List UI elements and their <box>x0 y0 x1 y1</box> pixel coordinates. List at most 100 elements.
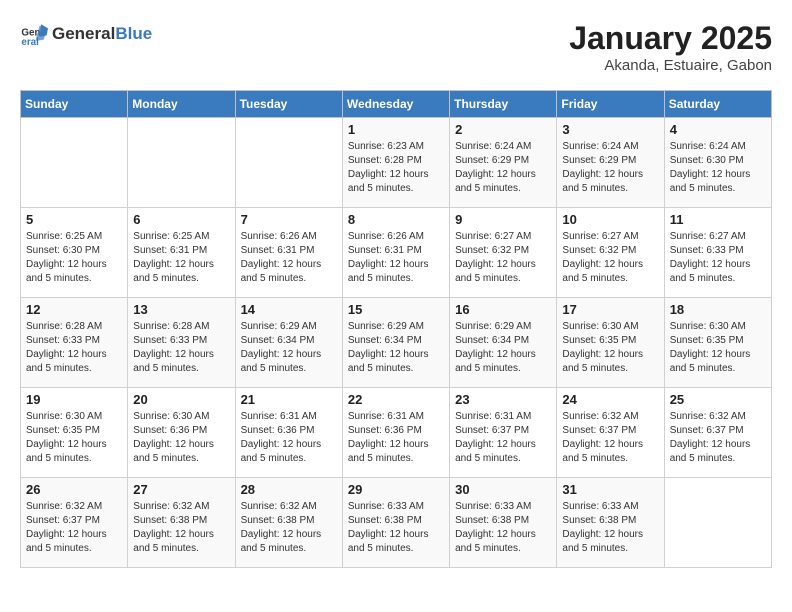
calendar-cell: 21 Sunrise: 6:31 AM Sunset: 6:36 PM Dayli… <box>235 388 342 478</box>
day-info: Sunrise: 6:29 AM Sunset: 6:34 PM Dayligh… <box>455 320 551 376</box>
day-info: Sunrise: 6:24 AM Sunset: 6:29 PM Dayligh… <box>455 140 551 196</box>
day-number: 30 <box>455 482 551 497</box>
day-number: 3 <box>562 122 658 137</box>
calendar-cell: 23 Sunrise: 6:31 AM Sunset: 6:37 PM Dayli… <box>450 388 557 478</box>
calendar-cell: 26 Sunrise: 6:32 AM Sunset: 6:37 PM Dayli… <box>21 478 128 568</box>
calendar-cell: 2 Sunrise: 6:24 AM Sunset: 6:29 PM Daylig… <box>450 118 557 208</box>
calendar-cell: 31Sunrise: 6:33 AM Sunset: 6:38 PM Dayli… <box>557 478 664 568</box>
calendar-cell: 16 Sunrise: 6:29 AM Sunset: 6:34 PM Dayli… <box>450 298 557 388</box>
day-info: Sunrise: 6:25 AM Sunset: 6:31 PM Dayligh… <box>133 230 229 286</box>
day-number: 12 <box>26 302 122 317</box>
calendar-cell: 1Sunrise: 6:23 AM Sunset: 6:28 PM Daylig… <box>342 118 449 208</box>
calendar-cell: 22Sunrise: 6:31 AM Sunset: 6:36 PM Dayli… <box>342 388 449 478</box>
day-info: Sunrise: 6:30 AM Sunset: 6:35 PM Dayligh… <box>562 320 658 376</box>
day-number: 5 <box>26 212 122 227</box>
day-number: 17 <box>562 302 658 317</box>
day-number: 20 <box>133 392 229 407</box>
calendar-cell: 8Sunrise: 6:26 AM Sunset: 6:31 PM Daylig… <box>342 208 449 298</box>
calendar-cell: 5 Sunrise: 6:25 AM Sunset: 6:30 PM Daylig… <box>21 208 128 298</box>
day-number: 26 <box>26 482 122 497</box>
week-row-5: 26 Sunrise: 6:32 AM Sunset: 6:37 PM Dayli… <box>21 478 772 568</box>
day-number: 16 <box>455 302 551 317</box>
day-number: 15 <box>348 302 444 317</box>
day-info: Sunrise: 6:24 AM Sunset: 6:30 PM Dayligh… <box>670 140 766 196</box>
month-title: January 2025 <box>569 20 772 57</box>
calendar-cell: 27 Sunrise: 6:32 AM Sunset: 6:38 PM Dayli… <box>128 478 235 568</box>
calendar-table: SundayMondayTuesdayWednesdayThursdayFrid… <box>20 90 772 568</box>
day-info: Sunrise: 6:32 AM Sunset: 6:37 PM Dayligh… <box>670 410 766 466</box>
calendar-cell: 15 Sunrise: 6:29 AM Sunset: 6:34 PM Dayli… <box>342 298 449 388</box>
day-info: Sunrise: 6:29 AM Sunset: 6:34 PM Dayligh… <box>241 320 337 376</box>
day-number: 4 <box>670 122 766 137</box>
day-number: 27 <box>133 482 229 497</box>
day-info: Sunrise: 6:33 AM Sunset: 6:38 PM Dayligh… <box>455 500 551 556</box>
calendar-cell: 17 Sunrise: 6:30 AM Sunset: 6:35 PM Dayli… <box>557 298 664 388</box>
calendar-cell: 12Sunrise: 6:28 AM Sunset: 6:33 PM Dayli… <box>21 298 128 388</box>
logo-blue-text: Blue <box>115 24 152 43</box>
day-info: Sunrise: 6:25 AM Sunset: 6:30 PM Dayligh… <box>26 230 122 286</box>
calendar-cell: 24 Sunrise: 6:32 AM Sunset: 6:37 PM Dayli… <box>557 388 664 478</box>
header-day-tuesday: Tuesday <box>235 91 342 118</box>
day-number: 21 <box>241 392 337 407</box>
calendar-cell: 20 Sunrise: 6:30 AM Sunset: 6:36 PM Dayli… <box>128 388 235 478</box>
calendar-cell: 11 Sunrise: 6:27 AM Sunset: 6:33 PM Dayli… <box>664 208 771 298</box>
day-number: 6 <box>133 212 229 227</box>
logo: Gen eral GeneralBlue <box>20 20 152 48</box>
day-number: 24 <box>562 392 658 407</box>
day-info: Sunrise: 6:32 AM Sunset: 6:37 PM Dayligh… <box>26 500 122 556</box>
calendar-cell: 18 Sunrise: 6:30 AM Sunset: 6:35 PM Dayli… <box>664 298 771 388</box>
calendar-cell: 10 Sunrise: 6:27 AM Sunset: 6:32 PM Dayli… <box>557 208 664 298</box>
day-number: 18 <box>670 302 766 317</box>
calendar-cell: 4 Sunrise: 6:24 AM Sunset: 6:30 PM Daylig… <box>664 118 771 208</box>
day-info: Sunrise: 6:32 AM Sunset: 6:37 PM Dayligh… <box>562 410 658 466</box>
week-row-1: 1Sunrise: 6:23 AM Sunset: 6:28 PM Daylig… <box>21 118 772 208</box>
week-row-4: 19 Sunrise: 6:30 AM Sunset: 6:35 PM Dayli… <box>21 388 772 478</box>
day-info: Sunrise: 6:33 AM Sunset: 6:38 PM Dayligh… <box>348 500 444 556</box>
page-header: Gen eral GeneralBlue January 2025 Akanda… <box>20 20 772 74</box>
day-info: Sunrise: 6:27 AM Sunset: 6:33 PM Dayligh… <box>670 230 766 286</box>
day-number: 25 <box>670 392 766 407</box>
day-number: 13 <box>133 302 229 317</box>
day-info: Sunrise: 6:28 AM Sunset: 6:33 PM Dayligh… <box>133 320 229 376</box>
day-info: Sunrise: 6:27 AM Sunset: 6:32 PM Dayligh… <box>455 230 551 286</box>
header-day-wednesday: Wednesday <box>342 91 449 118</box>
day-number: 19 <box>26 392 122 407</box>
day-number: 11 <box>670 212 766 227</box>
day-info: Sunrise: 6:32 AM Sunset: 6:38 PM Dayligh… <box>241 500 337 556</box>
calendar-cell <box>128 118 235 208</box>
calendar-cell: 3 Sunrise: 6:24 AM Sunset: 6:29 PM Daylig… <box>557 118 664 208</box>
calendar-cell: 7 Sunrise: 6:26 AM Sunset: 6:31 PM Daylig… <box>235 208 342 298</box>
calendar-cell: 30 Sunrise: 6:33 AM Sunset: 6:38 PM Dayli… <box>450 478 557 568</box>
day-number: 14 <box>241 302 337 317</box>
calendar-cell <box>664 478 771 568</box>
day-number: 23 <box>455 392 551 407</box>
day-info: Sunrise: 6:29 AM Sunset: 6:34 PM Dayligh… <box>348 320 444 376</box>
calendar-cell: 25 Sunrise: 6:32 AM Sunset: 6:37 PM Dayli… <box>664 388 771 478</box>
general-blue-icon: Gen eral <box>20 20 48 48</box>
day-number: 10 <box>562 212 658 227</box>
day-number: 9 <box>455 212 551 227</box>
header-day-saturday: Saturday <box>664 91 771 118</box>
day-info: Sunrise: 6:30 AM Sunset: 6:36 PM Dayligh… <box>133 410 229 466</box>
day-info: Sunrise: 6:26 AM Sunset: 6:31 PM Dayligh… <box>241 230 337 286</box>
day-number: 2 <box>455 122 551 137</box>
logo-general-text: General <box>52 24 115 43</box>
day-info: Sunrise: 6:31 AM Sunset: 6:36 PM Dayligh… <box>241 410 337 466</box>
day-number: 7 <box>241 212 337 227</box>
day-info: Sunrise: 6:32 AM Sunset: 6:38 PM Dayligh… <box>133 500 229 556</box>
day-info: Sunrise: 6:27 AM Sunset: 6:32 PM Dayligh… <box>562 230 658 286</box>
day-info: Sunrise: 6:30 AM Sunset: 6:35 PM Dayligh… <box>670 320 766 376</box>
week-row-2: 5 Sunrise: 6:25 AM Sunset: 6:30 PM Daylig… <box>21 208 772 298</box>
title-block: January 2025 Akanda, Estuaire, Gabon <box>569 20 772 74</box>
location-subtitle: Akanda, Estuaire, Gabon <box>569 57 772 74</box>
day-info: Sunrise: 6:24 AM Sunset: 6:29 PM Dayligh… <box>562 140 658 196</box>
header-day-friday: Friday <box>557 91 664 118</box>
day-number: 29 <box>348 482 444 497</box>
day-info: Sunrise: 6:31 AM Sunset: 6:37 PM Dayligh… <box>455 410 551 466</box>
header-day-thursday: Thursday <box>450 91 557 118</box>
day-info: Sunrise: 6:23 AM Sunset: 6:28 PM Dayligh… <box>348 140 444 196</box>
day-info: Sunrise: 6:31 AM Sunset: 6:36 PM Dayligh… <box>348 410 444 466</box>
calendar-cell: 28Sunrise: 6:32 AM Sunset: 6:38 PM Dayli… <box>235 478 342 568</box>
day-info: Sunrise: 6:30 AM Sunset: 6:35 PM Dayligh… <box>26 410 122 466</box>
day-info: Sunrise: 6:33 AM Sunset: 6:38 PM Dayligh… <box>562 500 658 556</box>
